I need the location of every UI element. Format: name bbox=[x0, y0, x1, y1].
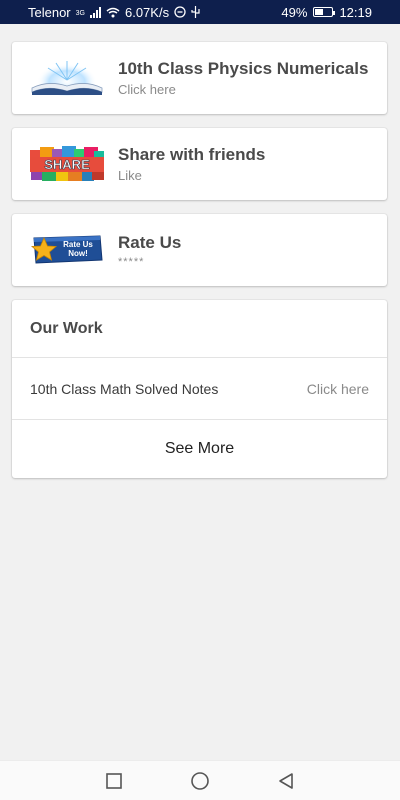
math-notes-link[interactable]: Click here bbox=[307, 381, 369, 397]
system-nav-bar bbox=[0, 760, 400, 800]
wifi-icon bbox=[106, 7, 120, 17]
status-bar: Telenor 3G 6.07K/s 49% 12:19 bbox=[0, 0, 400, 24]
our-work-heading: Our Work bbox=[12, 300, 387, 358]
card-subtitle: Like bbox=[118, 168, 142, 183]
usb-icon bbox=[191, 6, 200, 18]
share-with-friends-card[interactable]: SHARE Share with friends Like bbox=[12, 128, 387, 200]
network-speed: 6.07K/s bbox=[124, 4, 170, 20]
math-notes-row[interactable]: 10th Class Math Solved Notes Click here bbox=[12, 358, 387, 420]
battery-percent: 49% bbox=[281, 4, 308, 20]
see-more-button[interactable]: See More bbox=[12, 420, 387, 477]
network-type: 3G bbox=[75, 9, 85, 17]
share-banner-text: SHARE bbox=[44, 157, 90, 172]
card-title: Rate Us bbox=[118, 232, 182, 252]
card-title: 10th Class Physics Numericals bbox=[118, 59, 369, 78]
physics-numericals-card[interactable]: 10th Class Physics Numericals Click here bbox=[12, 42, 387, 114]
app-notification-icon bbox=[174, 6, 186, 18]
card-title: Share with friends bbox=[118, 145, 266, 164]
carrier-name: Telenor bbox=[28, 4, 71, 20]
rate-badge-line-2: Now! bbox=[68, 249, 88, 258]
our-work-card: Our Work 10th Class Math Solved Notes Cl… bbox=[12, 300, 387, 478]
rate-us-now-icon: Rate Us Now! bbox=[28, 228, 106, 272]
recents-square-icon[interactable] bbox=[102, 769, 126, 793]
rate-us-card[interactable]: Rate Us Now! Rate Us ***** bbox=[12, 214, 387, 286]
star-rating-text: ***** bbox=[118, 255, 145, 268]
battery-icon bbox=[313, 7, 336, 17]
signal-icon bbox=[89, 6, 101, 18]
rate-badge-line-1: Rate Us bbox=[63, 240, 93, 249]
home-circle-icon[interactable] bbox=[188, 769, 212, 793]
back-triangle-icon[interactable] bbox=[274, 769, 298, 793]
share-banner-icon: SHARE bbox=[28, 142, 106, 186]
clock: 12:19 bbox=[339, 4, 372, 20]
card-subtitle: Click here bbox=[118, 82, 176, 97]
math-notes-label: 10th Class Math Solved Notes bbox=[30, 380, 219, 397]
open-book-icon bbox=[28, 56, 106, 100]
